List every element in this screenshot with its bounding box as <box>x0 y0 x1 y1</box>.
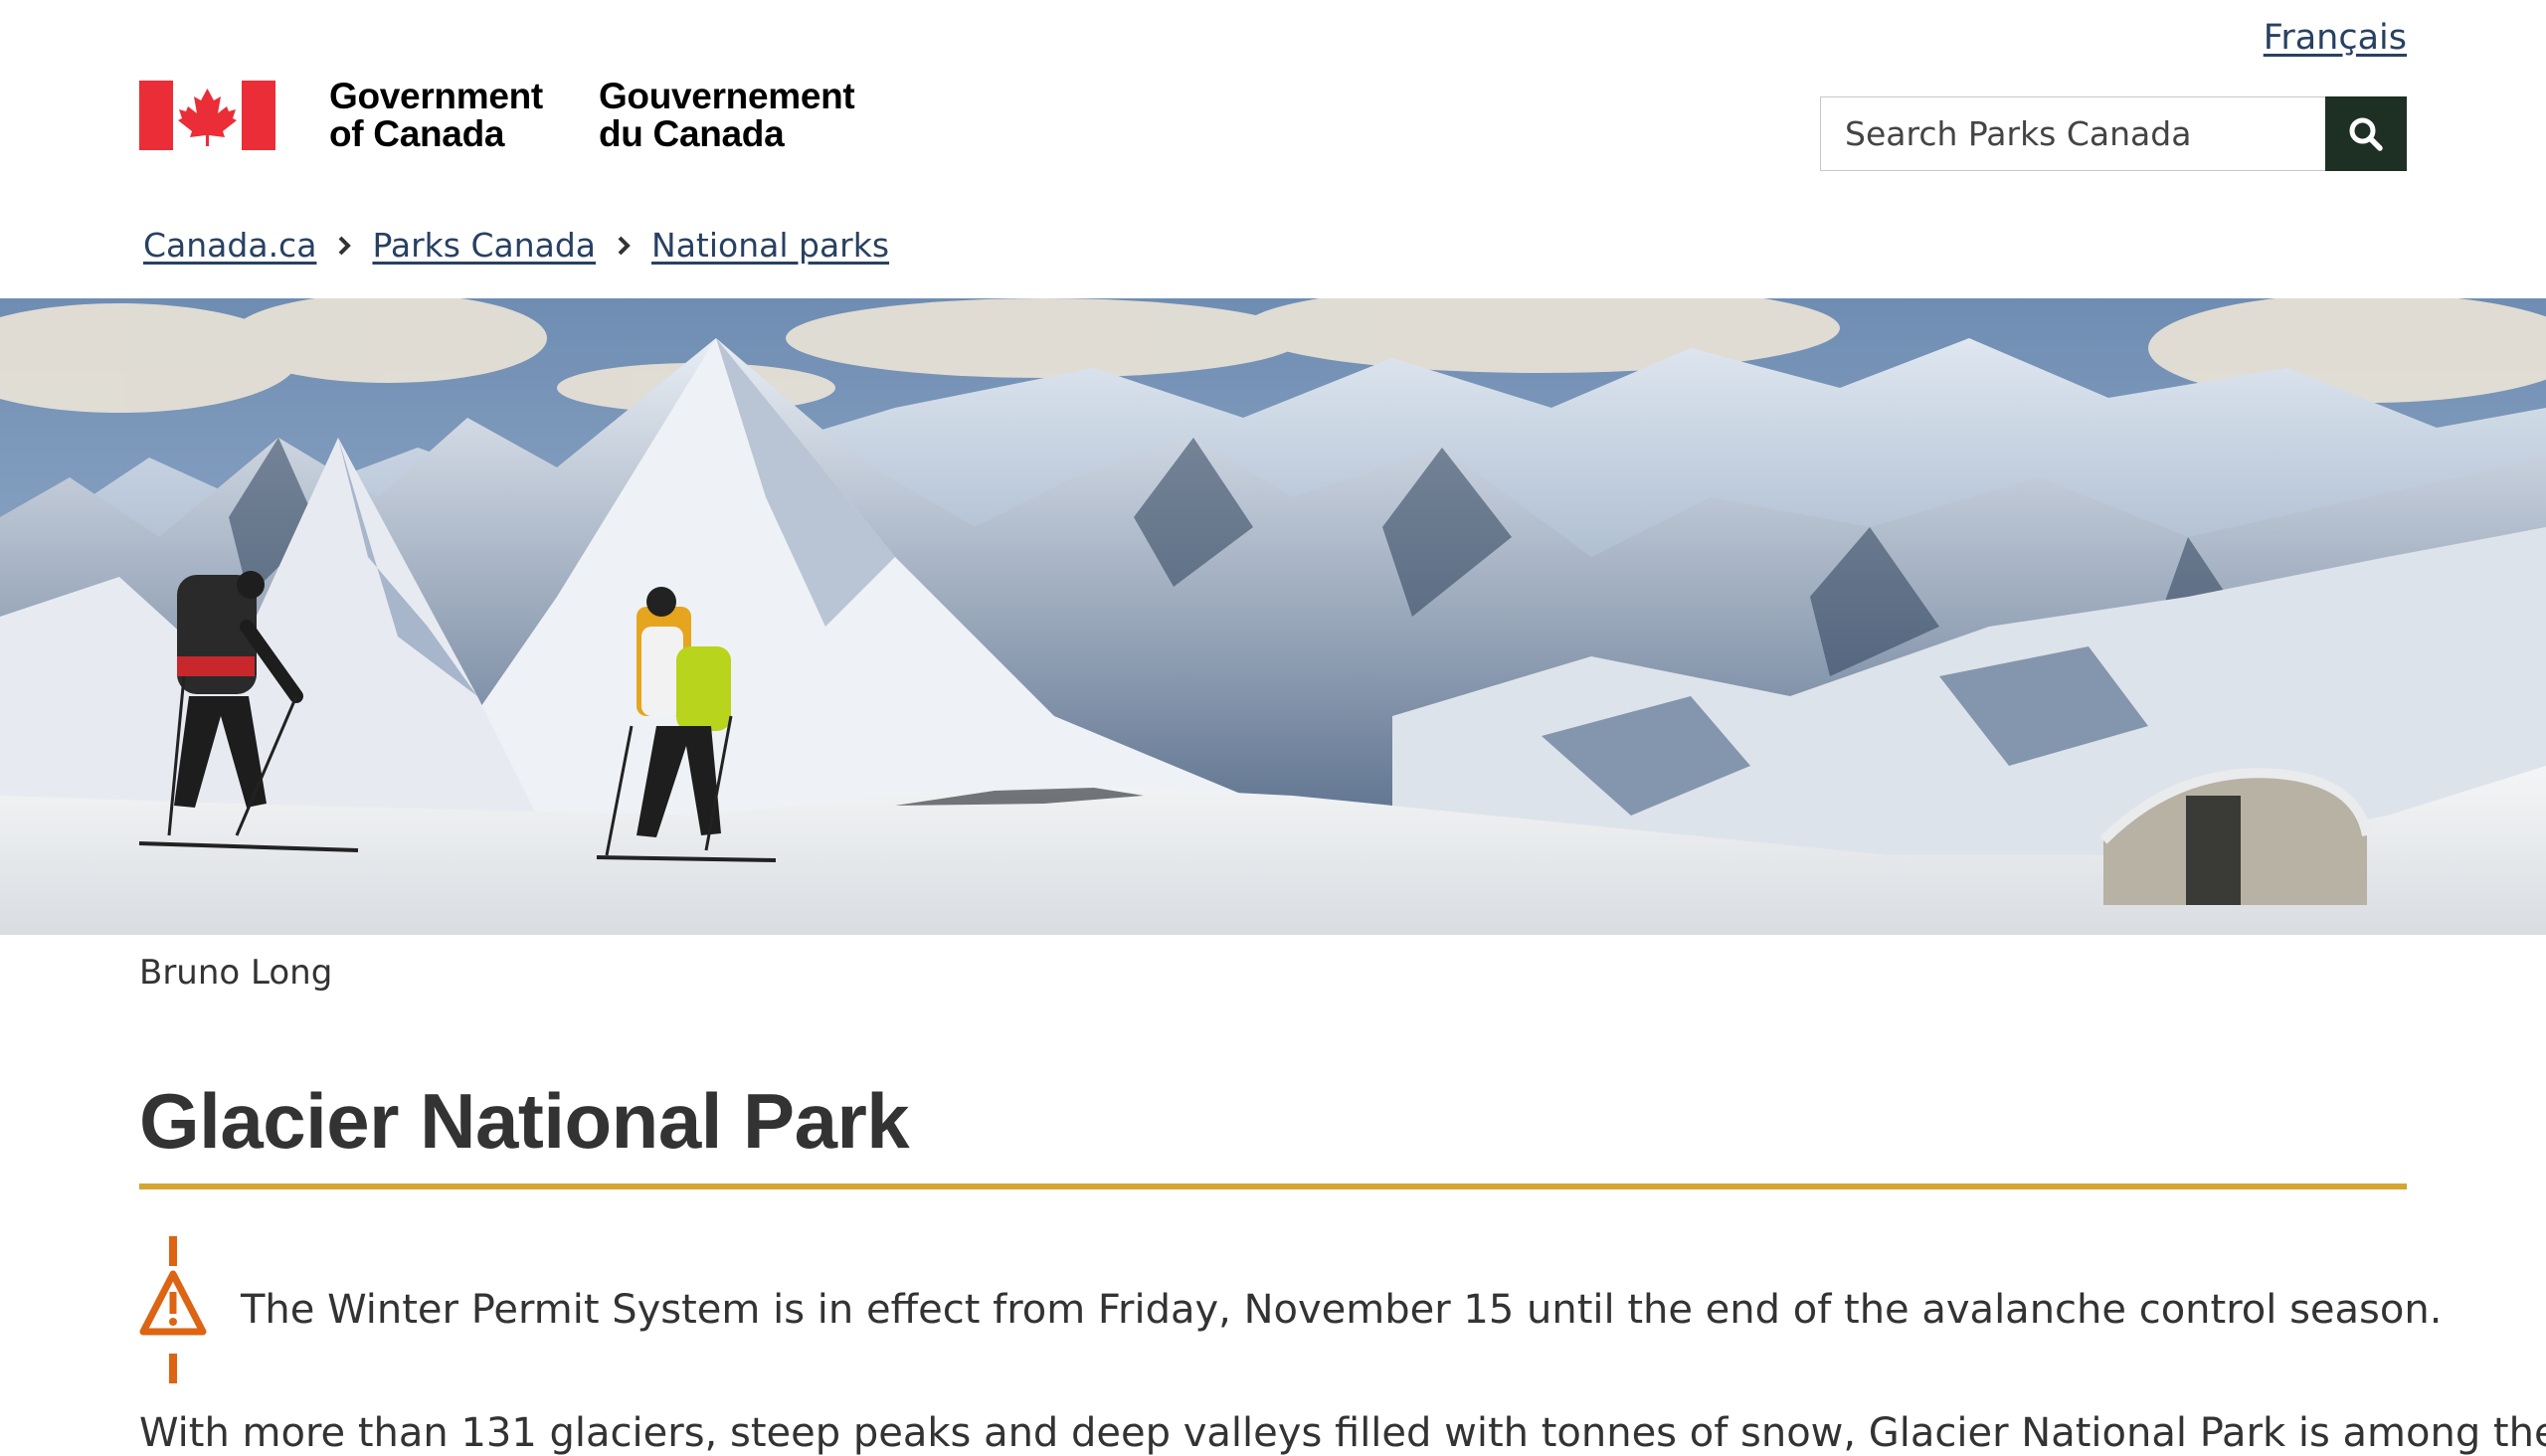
warning-icon <box>139 1236 207 1383</box>
search-input[interactable] <box>1820 96 2325 171</box>
wordmark-fr-line1: Gouvernement <box>598 76 855 116</box>
wordmark-en-line1: Government <box>329 76 543 116</box>
mountain-landscape-image <box>0 298 2546 935</box>
search-icon <box>2349 117 2383 151</box>
hero-image <box>0 298 2546 935</box>
site-header: Français Government of Canada Gouverneme… <box>0 0 2546 298</box>
breadcrumb-national-parks-link[interactable]: National parks <box>651 226 889 265</box>
photo-credit: Bruno Long <box>139 953 333 993</box>
breadcrumb-parks-canada-link[interactable]: Parks Canada <box>372 226 596 265</box>
chevron-right-icon <box>316 236 372 256</box>
title-underline <box>139 1183 2407 1189</box>
page-title: Glacier National Park <box>139 1077 910 1165</box>
chevron-right-icon <box>596 236 651 256</box>
alert-text: The Winter Permit System is in effect fr… <box>241 1287 2443 1333</box>
wordmark: Government of Canada Gouvernement du Can… <box>329 76 855 154</box>
wordmark-fr-line2: du Canada <box>598 113 785 154</box>
intro-paragraph: With more than 131 glaciers, steep peaks… <box>139 1410 2546 1456</box>
canada-flag-icon <box>139 81 275 150</box>
search-form <box>1820 96 2407 171</box>
search-button[interactable] <box>2325 96 2407 171</box>
breadcrumb-canada-link[interactable]: Canada.ca <box>143 226 316 265</box>
wordmark-en-line2: of Canada <box>329 113 505 154</box>
warning-alert: The Winter Permit System is in effect fr… <box>139 1236 2442 1383</box>
language-toggle-link[interactable]: Français <box>2264 18 2407 58</box>
government-signature[interactable]: Government of Canada Gouvernement du Can… <box>139 76 855 154</box>
breadcrumb: Canada.ca Parks Canada National parks <box>143 226 889 265</box>
